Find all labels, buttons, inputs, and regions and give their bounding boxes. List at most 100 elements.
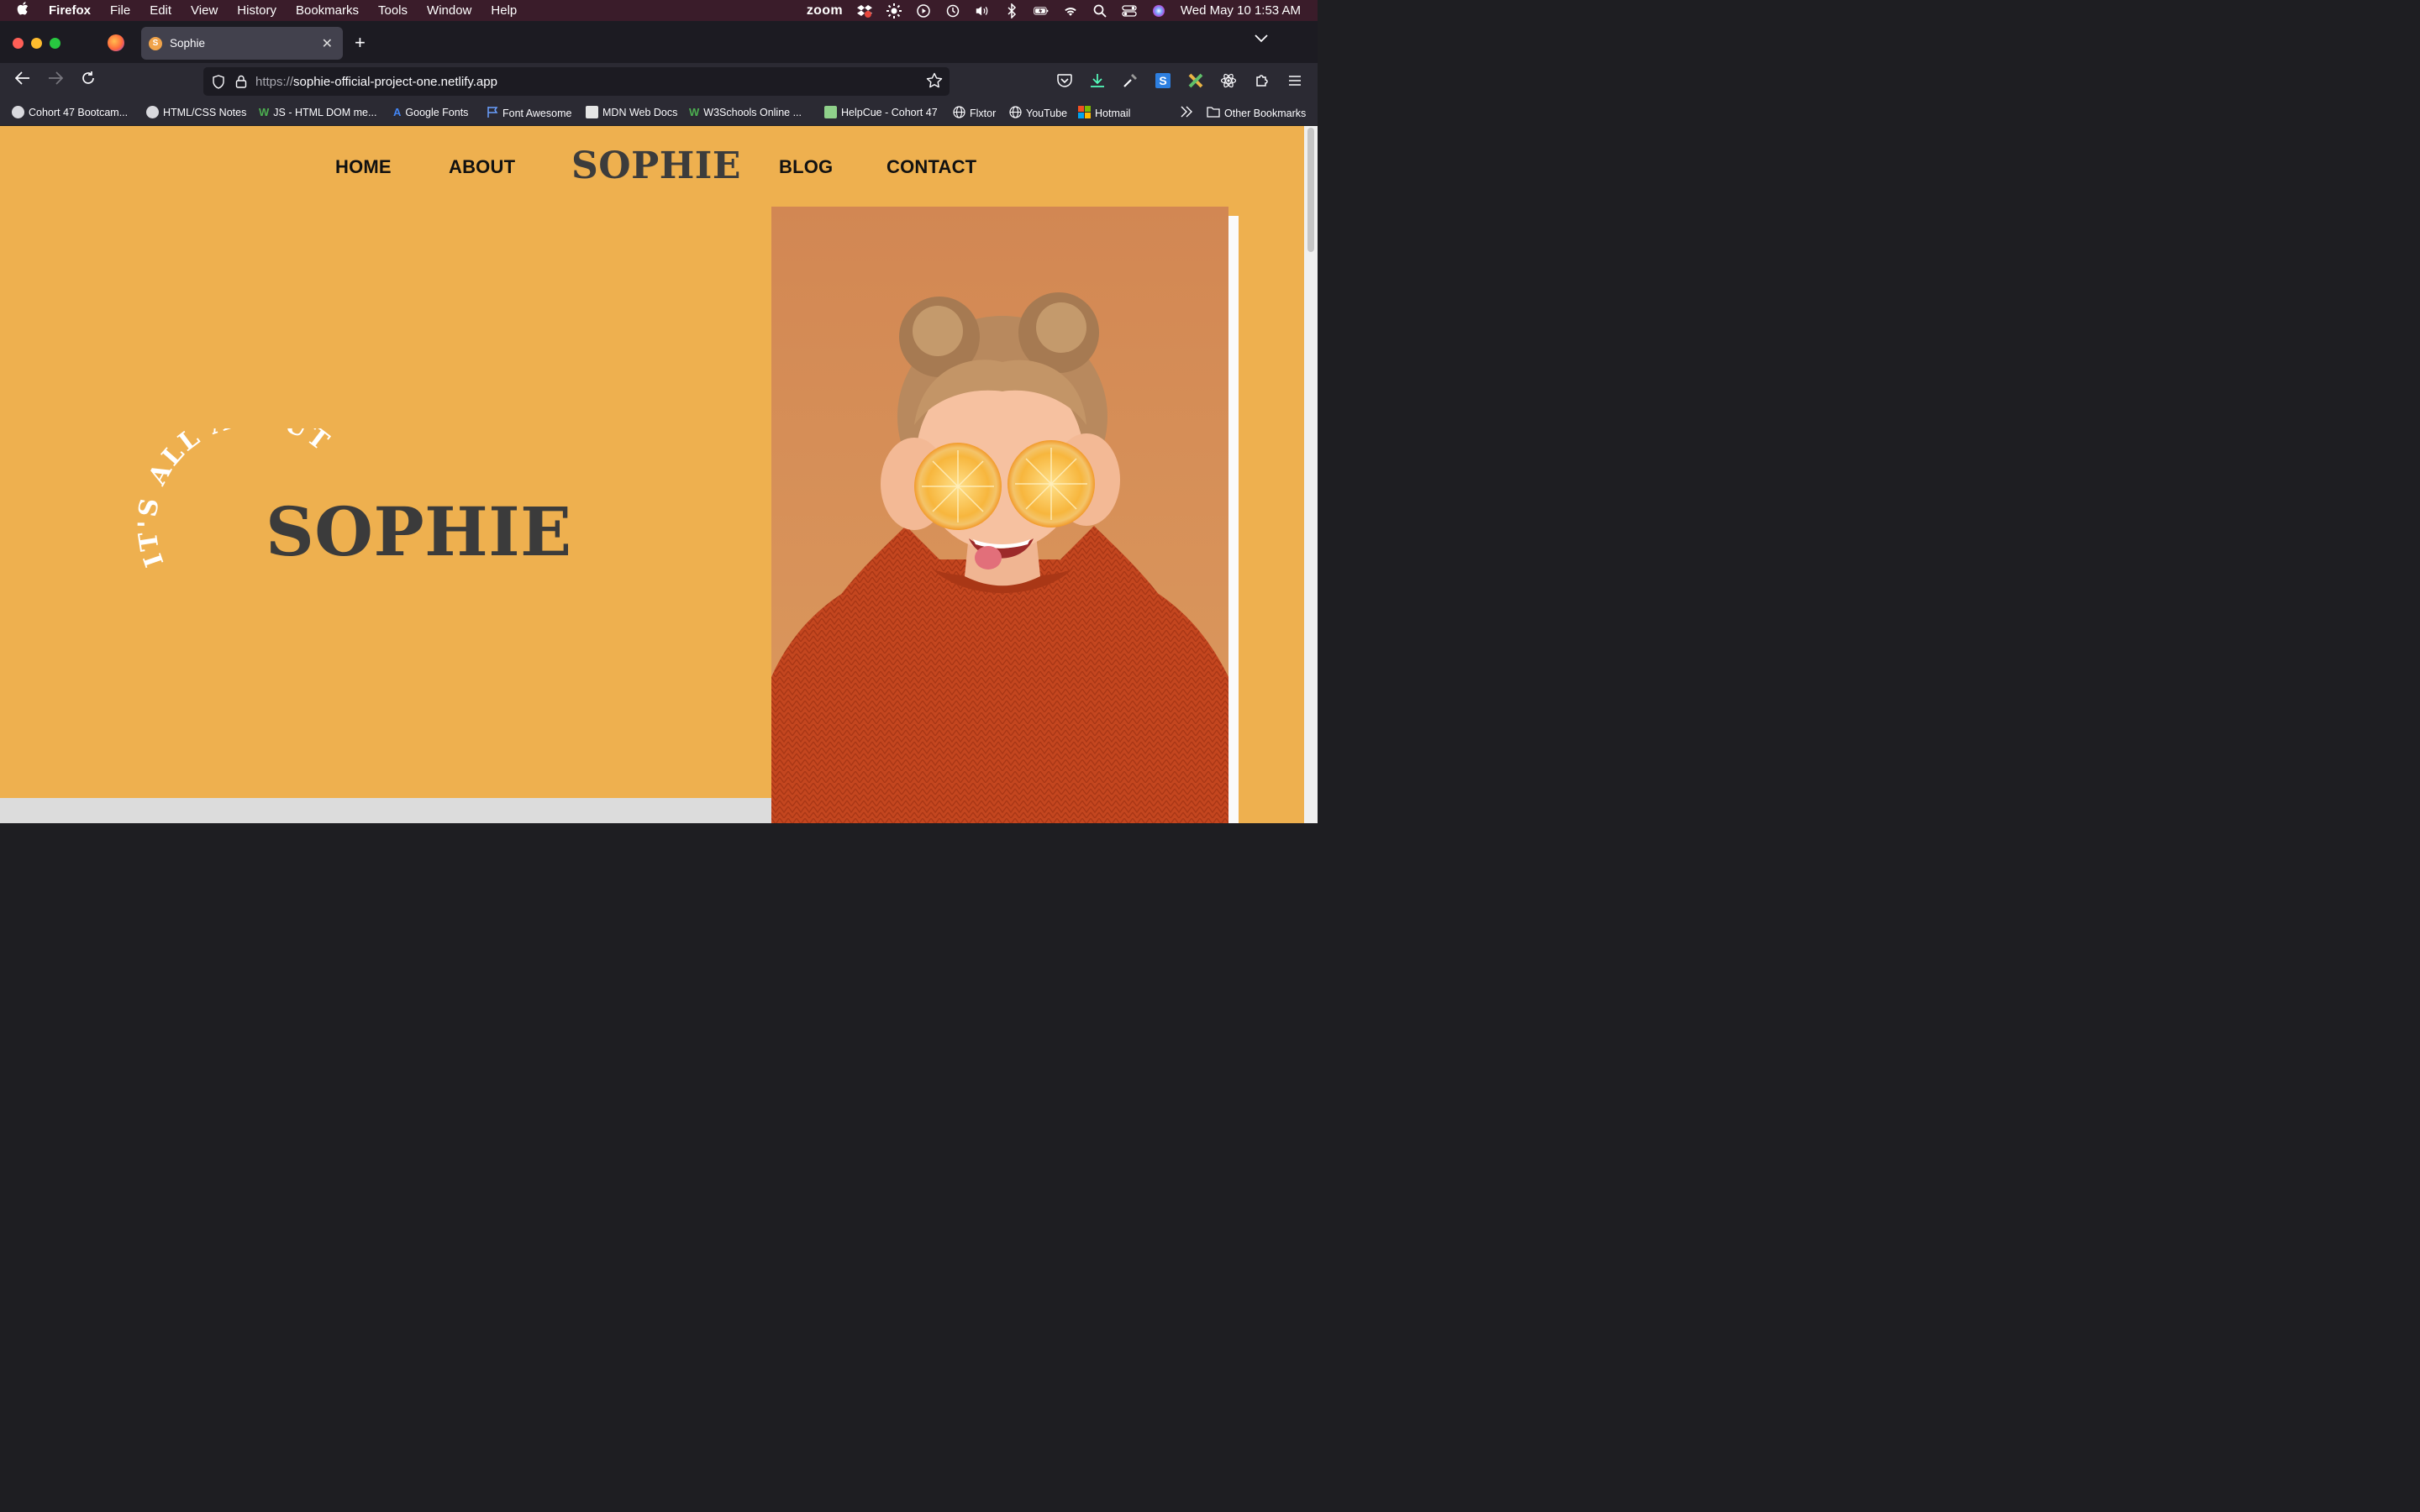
- tab-title: Sophie: [170, 37, 206, 50]
- nav-contact-link[interactable]: CONTACT: [886, 156, 976, 178]
- tracking-protection-shield-icon[interactable]: [212, 75, 225, 89]
- bookmark-label: Google Fonts: [405, 106, 469, 118]
- bookmark-w3schools[interactable]: W W3Schools Online ...: [689, 106, 802, 118]
- globe-icon: [1009, 106, 1022, 121]
- zoom-status-icon[interactable]: zoom: [807, 3, 843, 18]
- bookmark-label: Flxtor: [970, 108, 997, 119]
- bookmark-youtube[interactable]: YouTube: [1009, 106, 1067, 121]
- menu-history[interactable]: History: [237, 3, 276, 18]
- bookmark-cohort-47-bootcamp[interactable]: Cohort 47 Bootcam...: [12, 106, 128, 118]
- siri-icon[interactable]: [1151, 3, 1166, 18]
- menu-help[interactable]: Help: [491, 3, 517, 18]
- svg-text:S: S: [1159, 74, 1166, 87]
- site-logo[interactable]: SOPHIE: [571, 144, 741, 187]
- bookmark-hotmail[interactable]: Hotmail: [1078, 106, 1130, 121]
- volume-icon[interactable]: [975, 3, 990, 18]
- bookmark-google-fonts[interactable]: A Google Fonts: [393, 106, 468, 118]
- bookmark-label: W3Schools Online ...: [703, 106, 802, 118]
- bookmark-flxtor[interactable]: Flxtor: [953, 106, 996, 121]
- firefox-view-icon[interactable]: [108, 34, 124, 51]
- app-menu-hamburger-icon[interactable]: [1286, 72, 1303, 89]
- brightness-icon[interactable]: [886, 3, 902, 18]
- mdn-icon: [586, 106, 598, 118]
- bookmark-star-icon[interactable]: [926, 72, 943, 89]
- downloads-icon[interactable]: [1089, 72, 1106, 89]
- globe-icon: [953, 106, 965, 121]
- other-bookmarks-folder[interactable]: Other Bookmarks: [1207, 106, 1306, 120]
- bookmark-label: Font Awesome: [502, 107, 572, 119]
- play-circle-icon[interactable]: [916, 3, 931, 18]
- w3schools-icon: W: [689, 106, 700, 118]
- forward-icon[interactable]: [45, 71, 66, 90]
- site-navigation: HOME ABOUT SOPHIE BLOG CONTACT: [0, 126, 1304, 206]
- apple-menu-icon[interactable]: [17, 1, 34, 20]
- w3schools-icon: W: [259, 106, 270, 118]
- bookmark-font-awesome[interactable]: Font Awesome: [487, 106, 571, 120]
- menu-view[interactable]: View: [191, 3, 218, 18]
- tab-favicon: S: [149, 36, 162, 50]
- bookmark-js-html-dom[interactable]: W JS - HTML DOM me...: [259, 106, 376, 118]
- bookmark-label: YouTube: [1026, 108, 1068, 119]
- bookmark-label: JS - HTML DOM me...: [273, 106, 377, 118]
- menu-app-name[interactable]: Firefox: [49, 3, 91, 18]
- more-bookmarks-chevron-icon[interactable]: [1180, 106, 1193, 118]
- tab-sophie[interactable]: S Sophie ✕: [141, 27, 343, 60]
- menu-tools[interactable]: Tools: [378, 3, 408, 18]
- github-icon: [12, 106, 24, 118]
- lock-icon[interactable]: [235, 75, 247, 88]
- dropbox-icon[interactable]: [856, 3, 872, 18]
- bluetooth-icon[interactable]: [1004, 3, 1019, 18]
- eyedropper-extension-icon[interactable]: [1122, 72, 1139, 89]
- menubar-datetime[interactable]: Wed May 10 1:53 AM: [1181, 3, 1301, 18]
- status-icons: zoom Wed May 10 1:53 AM: [807, 0, 1301, 21]
- back-icon[interactable]: [13, 71, 33, 90]
- nav-home-link[interactable]: HOME: [335, 156, 392, 178]
- control-center-icon[interactable]: [1122, 3, 1137, 18]
- bookmark-label: HTML/CSS Notes: [163, 106, 247, 118]
- bookmark-label: MDN Web Docs: [602, 106, 678, 118]
- microsoft-icon: [1078, 106, 1091, 121]
- new-tab-icon[interactable]: +: [355, 32, 366, 54]
- close-tab-icon[interactable]: ✕: [322, 35, 333, 52]
- section-divider-strip: [0, 798, 771, 823]
- macos-menu-bar: Firefox File Edit View History Bookmarks…: [0, 0, 1318, 21]
- menu-file[interactable]: File: [110, 3, 130, 18]
- extensions-puzzle-icon[interactable]: [1254, 72, 1270, 89]
- bookmark-label: HelpCue - Cohort 47: [841, 106, 938, 118]
- helpcue-icon: [824, 106, 837, 118]
- spotlight-search-icon[interactable]: [1092, 3, 1107, 18]
- nav-blog-link[interactable]: BLOG: [779, 156, 833, 178]
- bookmark-helpcue[interactable]: HelpCue - Cohort 47: [824, 106, 938, 118]
- window-zoom-button[interactable]: [50, 38, 60, 49]
- battery-icon[interactable]: [1034, 3, 1049, 18]
- menu-edit[interactable]: Edit: [150, 3, 171, 18]
- bookmark-mdn-web-docs[interactable]: MDN Web Docs: [586, 106, 677, 118]
- pocket-icon[interactable]: [1056, 72, 1073, 89]
- list-all-tabs-icon[interactable]: [1255, 32, 1268, 47]
- cross-extension-icon[interactable]: [1187, 72, 1204, 89]
- menu-window[interactable]: Window: [427, 3, 471, 18]
- github-icon: [146, 106, 159, 118]
- react-devtools-icon[interactable]: [1220, 72, 1237, 89]
- address-bar[interactable]: https:// sophie-official-project-one.net…: [203, 67, 950, 96]
- bookmarks-toolbar: Cohort 47 Bootcam... HTML/CSS Notes W JS…: [0, 100, 1318, 125]
- bookmark-label: Cohort 47 Bootcam...: [29, 106, 129, 118]
- window-minimize-button[interactable]: [31, 38, 42, 49]
- bookmark-label: Other Bookmarks: [1224, 107, 1307, 119]
- menu-bookmarks[interactable]: Bookmarks: [296, 3, 359, 18]
- nav-about-link[interactable]: ABOUT: [449, 156, 515, 178]
- bookmark-label: Hotmail: [1095, 108, 1131, 119]
- bookmark-html-css-notes[interactable]: HTML/CSS Notes: [146, 106, 246, 118]
- window-close-button[interactable]: [13, 38, 24, 49]
- url-host: sophie-official-project-one.netlify.app: [293, 74, 497, 89]
- time-machine-icon[interactable]: [945, 3, 960, 18]
- url-scheme: https://: [255, 74, 294, 89]
- page-scrollbar-thumb[interactable]: [1307, 128, 1314, 252]
- wifi-icon[interactable]: [1063, 3, 1078, 18]
- google-fonts-icon: A: [393, 106, 402, 118]
- web-page-viewport: HOME ABOUT SOPHIE BLOG CONTACT IT'S ALL …: [0, 126, 1304, 823]
- folder-icon: [1207, 106, 1220, 120]
- s-extension-icon[interactable]: S: [1155, 72, 1171, 89]
- hero-title: SOPHIE: [266, 492, 572, 571]
- reload-icon[interactable]: [78, 71, 98, 91]
